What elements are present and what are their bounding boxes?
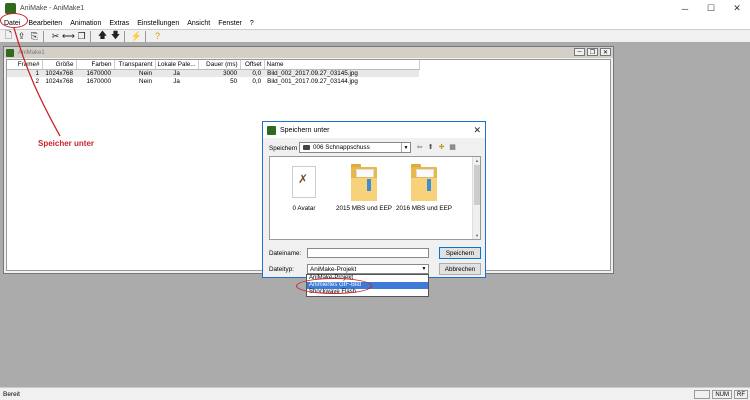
status-num: NUM (712, 390, 732, 399)
new-folder-icon[interactable]: ✚ (437, 142, 446, 152)
status-bar: Bereit NUM RF (0, 387, 750, 400)
folder-icon (348, 163, 380, 201)
annotation-label: Speicher unter (38, 139, 95, 148)
status-text: Bereit (3, 390, 20, 398)
item-label: 2015 MBS und EEP (335, 205, 392, 212)
status-rf: RF (734, 390, 748, 399)
save-in-label: Speichern (269, 145, 298, 152)
drive-icon (303, 145, 310, 150)
folder-icon (408, 163, 440, 201)
scroll-down-icon[interactable]: ▼ (473, 233, 480, 238)
filetype-dropdown[interactable]: AniMake-Projekt ▼ (307, 264, 429, 274)
status-panel-empty (694, 390, 711, 399)
list-item[interactable]: 2016 MBS und EEP (394, 163, 454, 212)
save-in-dropdown[interactable]: 006 Schnappschuss ▼ (299, 142, 411, 153)
filename-field[interactable] (307, 248, 429, 258)
back-icon[interactable]: ⇦ (415, 142, 424, 152)
save-button[interactable]: Speichern (439, 247, 481, 259)
cancel-button[interactable]: Abbrechen (439, 263, 481, 275)
scroll-up-icon[interactable]: ▲ (473, 158, 480, 163)
dialog-title-bar: Speichern unter ✕ (263, 122, 485, 138)
item-label: 0 Avatar (292, 205, 316, 212)
up-folder-icon[interactable]: ⬆ (426, 142, 435, 152)
file-list[interactable]: ✗ 0 Avatar 2015 MBS und EEP 2016 MBS und… (269, 156, 481, 240)
save-dialog: Speichern unter ✕ Speichern 006 Schnapps… (262, 121, 486, 278)
filetype-label: Dateityp: (269, 266, 294, 273)
save-in-value: 006 Schnappschuss (313, 144, 370, 151)
filename-label: Dateiname: (269, 250, 302, 257)
avatar-file-icon: ✗ (288, 163, 320, 201)
list-item[interactable]: ✗ 0 Avatar (274, 163, 334, 212)
dialog-title: Speichern unter (280, 126, 330, 134)
dialog-app-icon (267, 125, 276, 135)
list-item[interactable]: 2015 MBS und EEP (334, 163, 394, 212)
chevron-down-icon: ▼ (421, 266, 427, 272)
filetype-value: AniMake-Projekt (310, 265, 357, 273)
view-menu-icon[interactable]: ▦ (448, 142, 457, 152)
annotation-ellipse-gif (296, 278, 372, 294)
file-list-scrollbar[interactable]: ▲ ▼ (472, 157, 480, 239)
scrollbar-thumb[interactable] (474, 165, 480, 205)
dialog-close-icon[interactable]: ✕ (473, 125, 481, 136)
item-label: 2016 MBS und EEP (395, 205, 452, 212)
chevron-down-icon: ▼ (401, 143, 410, 152)
